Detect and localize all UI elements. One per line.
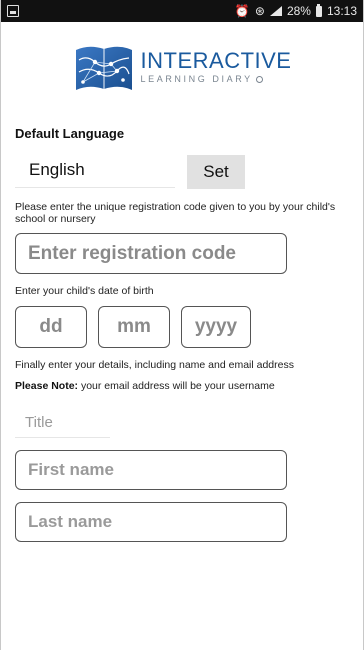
logo-title: INTERACTIVE bbox=[140, 48, 292, 73]
signal-icon bbox=[269, 6, 282, 16]
registration-form: Default Language English Set Please ente… bbox=[1, 126, 363, 542]
note-label: Please Note: bbox=[15, 380, 79, 392]
first-name-input[interactable]: First name bbox=[15, 450, 287, 490]
registration-code-input[interactable]: Enter registration code bbox=[15, 233, 287, 274]
language-row: English Set bbox=[15, 155, 363, 189]
notification-square-icon bbox=[7, 5, 19, 17]
battery-icon bbox=[315, 3, 322, 17]
logo-subtitle: LEARNING DIARY bbox=[140, 74, 253, 84]
dob-label: Enter your child's date of birth bbox=[15, 285, 154, 297]
logo-subtitle-row: LEARNING DIARY bbox=[141, 74, 292, 84]
clock-time: 13:13 bbox=[326, 4, 357, 18]
last-name-input[interactable]: Last name bbox=[15, 502, 287, 542]
wifi-icon: ⊛ bbox=[254, 4, 265, 18]
dob-day-input[interactable]: dd bbox=[15, 306, 87, 348]
app-logo: INTERACTIVE LEARNING DIARY bbox=[1, 34, 363, 100]
registration-instructions: Please enter the unique registration cod… bbox=[15, 201, 336, 225]
note-text: your email address will be your username bbox=[78, 380, 275, 392]
dob-month-input[interactable]: mm bbox=[98, 306, 170, 348]
battery-percent: 28% bbox=[286, 4, 311, 18]
set-language-button[interactable]: Set bbox=[187, 155, 245, 189]
language-select[interactable]: English bbox=[15, 156, 175, 188]
logo-wordmark: INTERACTIVE LEARNING DIARY bbox=[140, 48, 292, 85]
title-select[interactable]: Title bbox=[15, 408, 110, 438]
alarm-icon: ⏰ bbox=[234, 4, 250, 18]
dob-year-input[interactable]: yyyy bbox=[181, 306, 251, 348]
logo-dot-icon bbox=[255, 75, 263, 83]
status-bar-left bbox=[7, 5, 19, 17]
open-book-logo-icon bbox=[75, 46, 132, 90]
details-instructions: Finally enter your details, including na… bbox=[15, 359, 294, 371]
username-note: Please Note: your email address will be … bbox=[15, 380, 363, 392]
dob-row: dd mm yyyy bbox=[15, 306, 363, 348]
status-bar-right: ⏰ ⊛ 28% 13:13 bbox=[234, 3, 357, 18]
default-language-label: Default Language bbox=[15, 126, 125, 141]
status-bar: ⏰ ⊛ 28% 13:13 bbox=[1, 0, 363, 22]
